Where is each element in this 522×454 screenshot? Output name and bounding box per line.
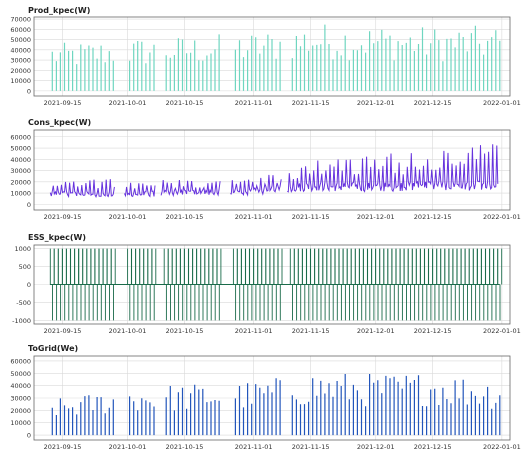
- panel-yticks: 0 10000 20000 30000 40000 50000 60000: [10, 357, 31, 439]
- y-tick-label: 50000: [10, 370, 31, 378]
- panel-title: Prod_kpec(W): [28, 6, 90, 15]
- y-tick-label: 70000: [10, 16, 31, 24]
- y-tick-label: 20000: [10, 178, 31, 186]
- x-tick-label: 2021-09-15: [44, 443, 82, 451]
- x-tick-label: 2021-12-15: [414, 327, 452, 335]
- y-tick-label: 40000: [10, 382, 31, 390]
- y-tick-label: 30000: [10, 167, 31, 175]
- panel-xticks: 2021-09-15 2021-10-01 2021-10-15 2021-11-01…: [44, 443, 521, 451]
- x-tick-label: 2022-01-01: [483, 327, 521, 335]
- y-tick-label: 10000: [10, 77, 31, 85]
- y-tick-label: 500: [19, 263, 31, 271]
- panel-title: ToGrid(We): [28, 344, 78, 353]
- x-tick-label: 2021-11-15: [292, 443, 330, 451]
- x-tick-label: 2021-10-15: [166, 213, 204, 221]
- panel-series: [49, 248, 503, 321]
- panel-xticks: 2021-09-15 2021-10-01 2021-10-15 2021-11-01…: [44, 327, 521, 335]
- panel-prod: Prod_kpec(W) 0 10000 20000 30000 40000 50000 6…: [10, 6, 520, 107]
- x-tick-label: 2021-10-01: [109, 443, 147, 451]
- y-tick-label: 50000: [10, 36, 31, 44]
- y-tick-label: 0: [27, 432, 31, 440]
- panel-title: Cons_kpec(W): [28, 118, 91, 127]
- figure: Prod_kpec(W) 010000200003000040000500006…: [10, 6, 521, 451]
- x-tick-label: 2021-12-15: [414, 213, 452, 221]
- panel-xticks: 2021-09-15 2021-10-01 2021-10-15 2021-11-01…: [44, 213, 521, 221]
- panel-cons: Cons_kpec(W) 0 10000 20000 30000 40000 50000 6…: [10, 118, 520, 221]
- x-tick-label: 2021-11-01: [235, 213, 273, 221]
- panel-togrid: ToGrid(We) 0 10000 20000 30000 40000 50000 600…: [10, 344, 520, 451]
- x-tick-label: 2022-01-01: [483, 443, 521, 451]
- y-tick-label: 10000: [10, 419, 31, 427]
- x-tick-label: 2021-10-15: [166, 327, 204, 335]
- x-tick-label: 2021-09-15: [44, 213, 82, 221]
- x-tick-label: 2022-01-01: [483, 213, 521, 221]
- y-tick-label: 50000: [10, 145, 31, 153]
- y-tick-label: 60000: [10, 357, 31, 365]
- y-tick-label: 30000: [10, 57, 31, 65]
- y-tick-label: 60000: [10, 26, 31, 34]
- y-tick-label: 60000: [10, 133, 31, 141]
- x-tick-label: 2021-12-01: [357, 213, 395, 221]
- x-tick-label: 2021-10-15: [166, 99, 204, 107]
- y-tick-label: -1000: [12, 317, 31, 325]
- y-tick-label: 20000: [10, 407, 31, 415]
- x-tick-label: 2021-11-01: [235, 443, 273, 451]
- y-tick-label: -500: [16, 299, 31, 307]
- x-tick-label: 2021-10-01: [109, 213, 147, 221]
- panel-yticks: -1000 -500 0 500 1000: [12, 245, 31, 325]
- x-tick-label: 2021-09-15: [44, 327, 82, 335]
- panel-title: ESS_kpec(W): [28, 233, 86, 242]
- x-tick-label: 2021-09-15: [44, 99, 82, 107]
- x-tick-label: 2021-11-15: [292, 99, 330, 107]
- x-tick-label: 2021-12-01: [357, 443, 395, 451]
- x-tick-label: 2021-12-15: [414, 99, 452, 107]
- panel-grid: [34, 130, 510, 210]
- plot-frame: [33, 129, 511, 211]
- panel-yticks: 0 10000 20000 30000 40000 50000 60000: [10, 133, 31, 209]
- y-tick-label: 40000: [10, 156, 31, 164]
- x-tick-label: 2021-11-01: [235, 99, 273, 107]
- y-tick-label: 0: [27, 87, 31, 95]
- x-tick-label: 2021-12-15: [414, 443, 452, 451]
- x-tick-label: 2021-11-15: [292, 213, 330, 221]
- y-tick-label: 10000: [10, 190, 31, 198]
- y-tick-label: 20000: [10, 67, 31, 75]
- panel-ess: ESS_kpec(W) -1000 -500 0 500 1000 2021-09-15…: [12, 233, 521, 335]
- x-tick-label: 2021-10-01: [109, 99, 147, 107]
- y-tick-label: 0: [27, 201, 31, 209]
- y-tick-label: 30000: [10, 395, 31, 403]
- x-tick-label: 2021-11-15: [292, 327, 330, 335]
- panel-yticks: 0 10000 20000 30000 40000 50000 60000 70000: [10, 16, 31, 96]
- x-tick-label: 2021-12-01: [357, 99, 395, 107]
- y-tick-label: 0: [27, 281, 31, 289]
- x-tick-label: 2021-10-01: [109, 327, 147, 335]
- y-tick-label: 40000: [10, 46, 31, 54]
- panel-xticks: 2021-09-15 2021-10-01 2021-10-15 2021-11-01…: [44, 99, 521, 107]
- y-tick-label: 1000: [14, 245, 31, 253]
- x-tick-label: 2021-12-01: [357, 327, 395, 335]
- x-tick-label: 2021-10-15: [166, 443, 204, 451]
- x-tick-label: 2022-01-01: [483, 99, 521, 107]
- x-tick-label: 2021-11-01: [235, 327, 273, 335]
